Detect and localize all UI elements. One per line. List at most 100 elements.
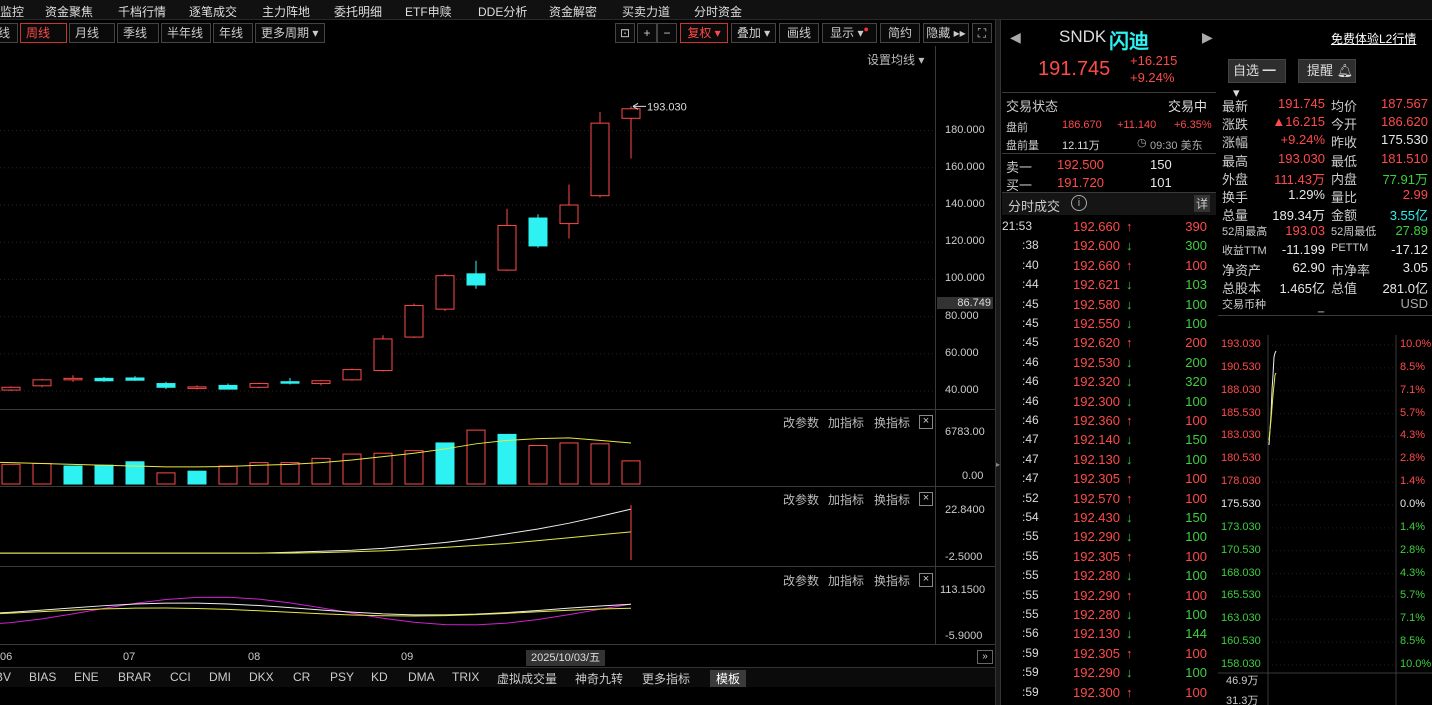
menu-item[interactable]: 资金解密: [549, 3, 597, 20]
info-icon[interactable]: i: [1071, 195, 1087, 211]
intraday-pct-label: 0.0%: [1400, 498, 1426, 510]
premarket-change: +11.140: [1117, 119, 1157, 131]
indicator-tab[interactable]: BV: [0, 670, 11, 684]
subpane-tool-button[interactable]: 换指标: [874, 572, 910, 589]
indicator-tab[interactable]: DKX: [249, 670, 274, 684]
trades-detail-button[interactable]: 详: [1194, 195, 1211, 212]
quote-value: 191.745: [1278, 96, 1325, 111]
yincang-button[interactable]: 隐藏 ▸▸: [923, 23, 969, 43]
zoom-out-icon[interactable]: −: [657, 23, 677, 43]
indicator-tab[interactable]: 更多指标: [642, 670, 690, 687]
menu-item[interactable]: 主力阵地: [262, 3, 310, 20]
prev-stock-icon[interactable]: ◀: [1010, 29, 1021, 46]
close-icon[interactable]: ×: [919, 492, 933, 506]
period-tab[interactable]: 半年线: [161, 23, 211, 43]
indicator-tab[interactable]: BIAS: [29, 670, 56, 684]
premarket-vol-label: 盘前量: [1006, 140, 1039, 152]
close-icon[interactable]: ×: [919, 573, 933, 587]
indicator-tab[interactable]: TRIX: [452, 670, 479, 684]
top-menu-bar: 监控 资金聚焦 千档行情 逐笔成交 主力阵地 委托明细 ETF申赎 DDE分析 资金解密 买卖力道…: [0, 0, 1432, 20]
trade-volume: 100: [1185, 393, 1207, 409]
trade-price: 192.660: [1073, 219, 1120, 234]
indicator-tab[interactable]: DMA: [408, 670, 435, 684]
period-tab[interactable]: 年线: [213, 23, 253, 43]
period-tab[interactable]: 月线: [69, 23, 115, 43]
candle-body: [1, 386, 21, 391]
scroll-right-icon[interactable]: »: [977, 650, 993, 664]
alert-label: 提醒: [1307, 63, 1334, 78]
trade-time: :46: [1022, 354, 1039, 369]
indicator-tab[interactable]: 虚拟成交量: [497, 670, 557, 687]
trade-volume: 100: [1185, 257, 1207, 273]
panel-splitter[interactable]: ▸: [995, 20, 1001, 705]
subpane-tool-button[interactable]: 加指标: [828, 491, 864, 508]
collapse-handle-icon[interactable]: ▸: [996, 460, 1000, 474]
subpane-tool-button[interactable]: 换指标: [874, 414, 910, 431]
diejia-button[interactable]: 叠加 ▾: [731, 23, 776, 43]
trade-volume: 100: [1185, 296, 1207, 312]
intraday-price-label: 185.530: [1221, 406, 1261, 419]
volume-bar: [1, 463, 21, 485]
menu-item[interactable]: DDE分析: [478, 3, 527, 20]
fuquan-button[interactable]: 复权 ▾: [680, 23, 728, 43]
indicator-tab[interactable]: PSY: [330, 670, 354, 684]
diejia-label: 叠加: [736, 26, 761, 40]
subpane-tool-button[interactable]: 改参数: [783, 572, 819, 589]
trade-volume: 300: [1185, 238, 1207, 254]
free-l2-link[interactable]: 免费体验L2行情: [1331, 30, 1416, 47]
indicator-tab[interactable]: CCI: [170, 670, 191, 684]
indicator-tab[interactable]: 神奇九转: [575, 670, 623, 687]
subpane-tool-button[interactable]: 换指标: [874, 491, 910, 508]
next-stock-icon[interactable]: ▶: [1202, 29, 1213, 46]
trade-price: 192.620: [1073, 335, 1120, 351]
xianshi-button[interactable]: 显示 ▾●: [822, 23, 877, 43]
trade-price: 192.290: [1073, 587, 1120, 603]
zoom-in-icon[interactable]: +: [637, 23, 657, 43]
lock-icon[interactable]: ⊡: [615, 23, 635, 43]
indicator-tab[interactable]: ENE: [74, 670, 99, 684]
intraday-chart[interactable]: ▔ 193.030 10.0% 190.530 8.5% 188.030 7.1% 185.…: [1218, 312, 1432, 705]
huaxian-button[interactable]: 画线: [779, 23, 819, 43]
menu-item[interactable]: 委托明细: [334, 3, 382, 20]
trade-time: :59: [1022, 684, 1039, 699]
menu-item[interactable]: 资金聚焦: [45, 3, 93, 20]
kline-chart-area[interactable]: 设置均线 ▾ 193.030 2025/10/03/五 » 180.000 160…: [0, 46, 995, 666]
indicator-tab[interactable]: BRAR: [118, 670, 151, 684]
fullscreen-icon[interactable]: ⛶: [972, 23, 992, 43]
jianyue-button[interactable]: 简约: [880, 23, 920, 43]
indicator-tab[interactable]: KD: [371, 670, 388, 684]
indicator-tab[interactable]: 模板: [710, 670, 747, 687]
period-tab[interactable]: 线: [0, 23, 18, 43]
menu-item[interactable]: 千档行情: [118, 3, 166, 20]
period-tab[interactable]: 季线: [117, 23, 159, 43]
menu-item[interactable]: 监控: [0, 3, 24, 20]
volume-bar: [404, 450, 424, 485]
indicator-tab[interactable]: CR: [293, 670, 310, 684]
volume-bar: [32, 462, 52, 485]
menu-item[interactable]: 分时资金: [694, 3, 742, 20]
indicator-tab[interactable]: DMI: [209, 670, 231, 684]
arrow-down-icon: ↓: [1126, 354, 1133, 370]
arrow-down-icon: ↓: [1126, 432, 1133, 448]
menu-item[interactable]: 逐笔成交: [189, 3, 237, 20]
trade-status-label: 交易状态: [1006, 99, 1059, 114]
period-tab[interactable]: 更多周期 ▾: [255, 23, 325, 43]
quote-value: 187.567: [1381, 96, 1428, 111]
close-icon[interactable]: ×: [919, 415, 933, 429]
quote-label: 内盘: [1331, 171, 1358, 187]
trade-volume: 100: [1185, 451, 1207, 467]
alert-button[interactable]: 提醒 🔔︎: [1298, 59, 1356, 83]
menu-item[interactable]: ETF申赎: [405, 3, 452, 20]
subpane-tool-button[interactable]: 改参数: [783, 414, 819, 431]
menu-item[interactable]: 买卖力道: [622, 3, 670, 20]
watchlist-button[interactable]: 自选 ━ ▾: [1228, 59, 1286, 100]
quote-value: 181.510: [1381, 150, 1428, 166]
period-tab[interactable]: 周线: [20, 23, 67, 43]
quote-value: +9.24%: [1280, 132, 1325, 148]
trade-price: 192.570: [1073, 490, 1120, 506]
yincang-label: 隐藏: [926, 26, 951, 40]
subpane-tool-button[interactable]: 改参数: [783, 491, 819, 508]
subpane-tool-button[interactable]: 加指标: [828, 572, 864, 589]
candle-body: [311, 380, 331, 385]
subpane-tool-button[interactable]: 加指标: [828, 414, 864, 431]
